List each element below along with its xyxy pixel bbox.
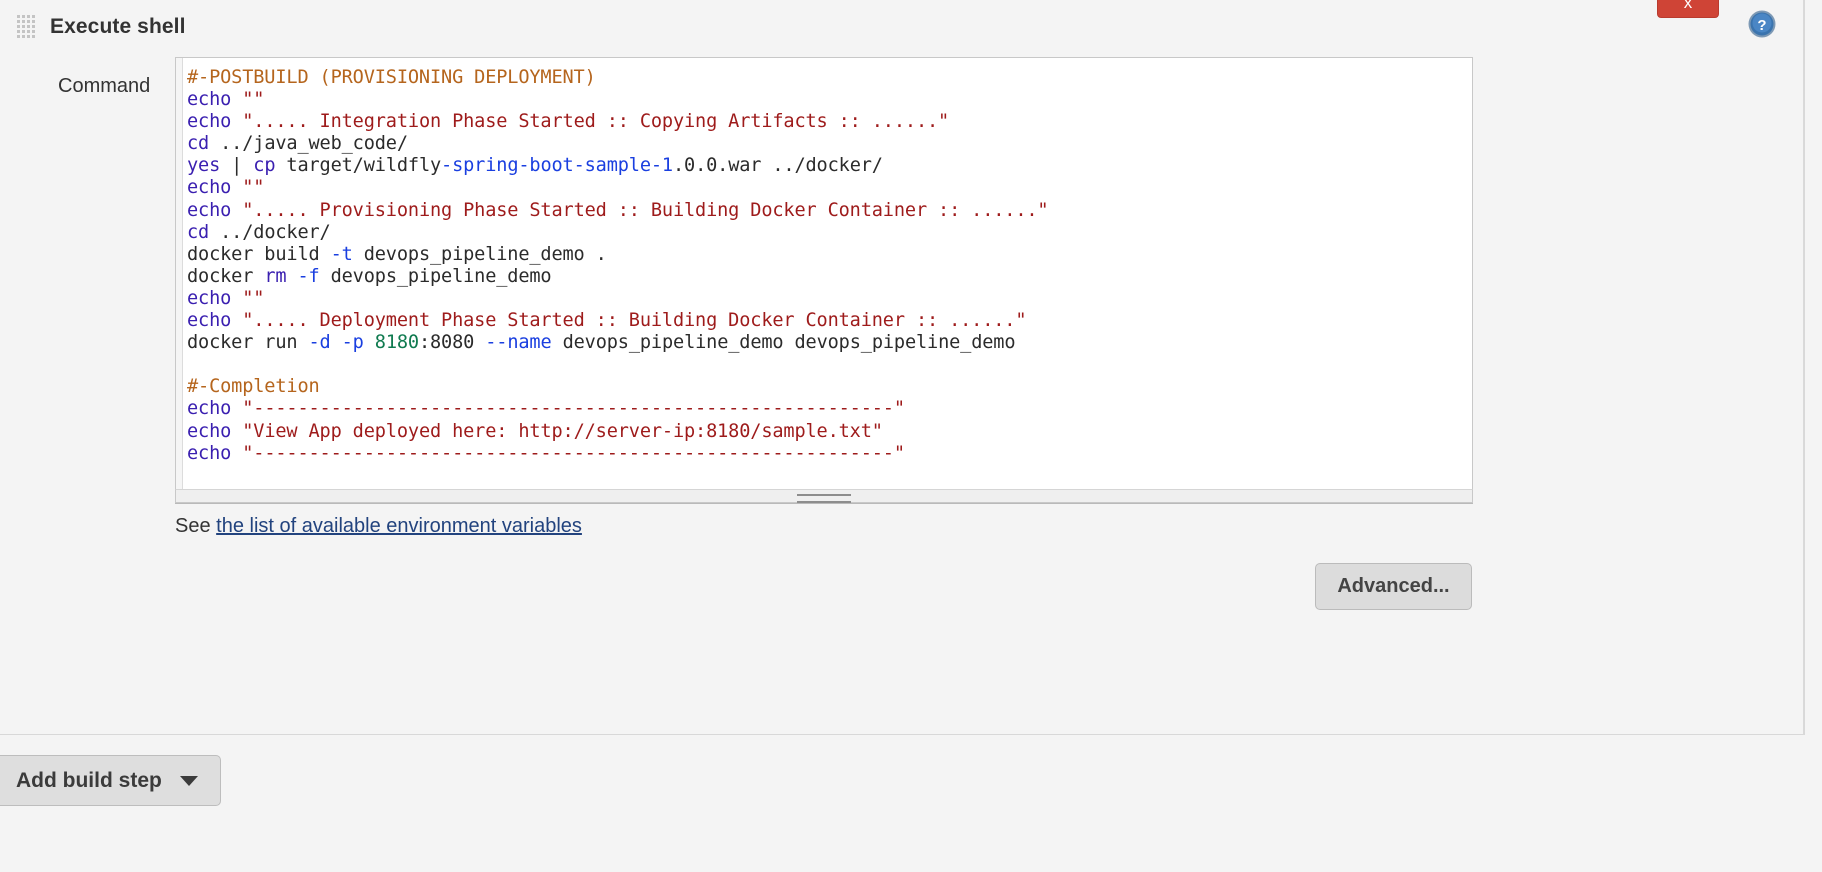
add-build-step-button[interactable]: Add build step — [0, 755, 221, 806]
drag-handle-icon[interactable] — [16, 14, 38, 40]
close-button[interactable]: x — [1657, 0, 1719, 18]
command-input[interactable]: #-POSTBUILD (PROVISIONING DEPLOYMENT) ec… — [175, 57, 1473, 489]
command-editor-wrapper: #-POSTBUILD (PROVISIONING DEPLOYMENT) ec… — [175, 57, 1473, 503]
add-build-step-label: Add build step — [16, 768, 162, 792]
panel-bottom-divider — [0, 734, 1805, 735]
svg-text:?: ? — [1757, 17, 1766, 34]
advanced-button[interactable]: Advanced... — [1315, 563, 1472, 610]
command-label: Command — [58, 75, 151, 97]
environment-variables-hint: See the list of available environment va… — [175, 515, 582, 538]
env-hint-prefix: See — [175, 515, 217, 537]
command-code[interactable]: #-POSTBUILD (PROVISIONING DEPLOYMENT) ec… — [176, 58, 1472, 465]
execute-shell-build-step-panel: Execute shell x ? Command #-POSTBUILD (P… — [0, 0, 1805, 735]
build-step-header: Execute shell — [0, 0, 186, 54]
editor-gutter — [176, 58, 183, 489]
editor-resize-handle[interactable] — [175, 489, 1473, 503]
environment-variables-link[interactable]: the list of available environment variab… — [216, 515, 582, 537]
panel-right-edge — [1803, 0, 1804, 735]
page-title: Execute shell — [50, 15, 186, 38]
help-question-icon[interactable]: ? — [1747, 9, 1777, 39]
chevron-down-icon — [179, 775, 198, 786]
